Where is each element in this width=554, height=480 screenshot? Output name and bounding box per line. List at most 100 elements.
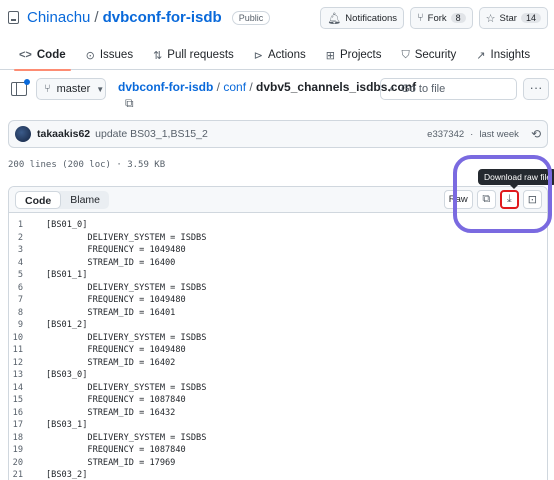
line-content: [BS03_0] — [46, 370, 88, 381]
line-number[interactable]: 19 — [9, 445, 46, 455]
tab-actions-label: Actions — [268, 49, 306, 61]
line-number[interactable]: 7 — [9, 295, 46, 305]
sidebar-indicator-dot — [24, 79, 30, 85]
code-view-button[interactable]: Code — [15, 191, 62, 209]
download-tooltip: Download raw file — [478, 169, 554, 189]
commit-sha[interactable]: e337342 — [427, 129, 464, 140]
tab-security[interactable]: ⛉ Security — [392, 40, 465, 70]
copy-path-icon[interactable]: ⧉ — [125, 96, 134, 111]
line-number[interactable]: 9 — [9, 320, 46, 330]
fork-button[interactable]: ⑂ Fork 8 — [410, 7, 473, 29]
line-content: FREQUENCY = 1087840 — [46, 395, 186, 406]
commit-message[interactable]: update BS03_1,BS15_2 — [95, 128, 208, 140]
code-line: 12 STREAM_ID = 16402 — [9, 357, 547, 370]
notifications-label: Notifications — [345, 12, 398, 24]
line-content: FREQUENCY = 1049480 — [46, 245, 186, 256]
repo-icon — [8, 11, 19, 24]
code-line: 18 DELIVERY_SYSTEM = ISDBS — [9, 432, 547, 445]
avatar[interactable] — [15, 126, 31, 142]
commit-author[interactable]: takaakis62 — [37, 128, 90, 140]
line-number[interactable]: 1 — [9, 220, 46, 230]
fork-count: 8 — [450, 13, 466, 23]
tab-projects[interactable]: ⊞ Projects — [317, 40, 391, 70]
bell-icon: 🔔︎ — [327, 12, 342, 25]
code-line: 3 FREQUENCY = 1049480 — [9, 244, 547, 257]
star-count: 14 — [520, 13, 541, 23]
line-number[interactable]: 3 — [9, 245, 46, 255]
branch-name: master — [56, 83, 91, 95]
line-number[interactable]: 14 — [9, 383, 46, 393]
code-line: 19 FREQUENCY = 1087840 — [9, 444, 547, 457]
download-icon[interactable]: ⤓ — [499, 190, 519, 209]
branch-selector[interactable]: ⑂ master ▼ — [36, 78, 106, 100]
branch-icon: ⑂ — [44, 83, 51, 95]
edit-panel-icon[interactable]: ⊡ — [522, 190, 542, 209]
line-number[interactable]: 13 — [9, 370, 46, 380]
line-number[interactable]: 5 — [9, 270, 46, 280]
line-content: [BS01_2] — [46, 320, 88, 331]
code-line: 7 FREQUENCY = 1049480 — [9, 294, 547, 307]
line-number[interactable]: 18 — [9, 433, 46, 443]
code-line: 9 [BS01_2] — [9, 319, 547, 332]
line-content: DELIVERY_SYSTEM = ISDBS — [46, 282, 207, 293]
line-number[interactable]: 11 — [9, 345, 46, 355]
line-number[interactable]: 16 — [9, 408, 46, 418]
line-number[interactable]: 4 — [9, 258, 46, 268]
repo-tabs: <> Code ⊙ Issues ⇅ Pull requests ⊳ Actio… — [10, 40, 539, 71]
line-content: STREAM_ID = 17969 — [46, 457, 176, 468]
repo-name-link[interactable]: dvbconf-for-isdb — [103, 9, 222, 26]
code-line: 4 STREAM_ID = 16400 — [9, 257, 547, 270]
line-number[interactable]: 20 — [9, 458, 46, 468]
play-icon: ⊳ — [253, 49, 263, 62]
tab-code[interactable]: <> Code — [10, 40, 75, 71]
file-info: 200 lines (200 loc) · 3.59 KB — [8, 160, 166, 170]
line-content: STREAM_ID = 16432 — [46, 407, 176, 418]
history-icon[interactable]: ⟲ — [531, 127, 541, 141]
line-number[interactable]: 21 — [9, 470, 46, 480]
chevron-down-icon: ▼ — [96, 84, 105, 94]
code-listing: 1 [BS01_0] 2 DELIVERY_SYSTEM = ISDBS 3 FREQ… — [9, 213, 547, 480]
blame-view-button[interactable]: Blame — [61, 191, 109, 209]
shield-icon: ⛉ — [401, 48, 410, 61]
file-viewer-header: Code Blame Raw ⧉ ⤓ ⊡ — [9, 187, 547, 213]
code-line: 1 [BS01_0] — [9, 219, 547, 232]
star-button[interactable]: ☆ Star 14 — [478, 7, 548, 29]
repo-owner-link[interactable]: Chinachu — [27, 9, 90, 26]
line-content: STREAM_ID = 16401 — [46, 307, 176, 318]
line-number[interactable]: 2 — [9, 233, 46, 243]
go-to-file-placeholder: Go to file — [401, 83, 446, 95]
line-number[interactable]: 15 — [9, 395, 46, 405]
pull-request-icon: ⇅ — [153, 49, 163, 62]
tab-insights-label: Insights — [490, 49, 531, 61]
line-number[interactable]: 12 — [9, 358, 46, 368]
latest-commit-bar: takaakis62 update BS03_1,BS15_2 e337342 … — [8, 120, 548, 148]
breadcrumb-dir-link[interactable]: conf — [223, 80, 246, 94]
graph-icon: ↗ — [476, 49, 486, 62]
tab-pull-requests[interactable]: ⇅ Pull requests — [144, 40, 243, 70]
line-number[interactable]: 17 — [9, 420, 46, 430]
line-number[interactable]: 8 — [9, 308, 46, 318]
code-line: 13 [BS03_0] — [9, 369, 547, 382]
line-number[interactable]: 10 — [9, 333, 46, 343]
raw-button[interactable]: Raw — [443, 190, 473, 209]
notifications-button[interactable]: 🔔︎ Notifications — [320, 7, 405, 29]
breadcrumb-repo-link[interactable]: dvbconf-for-isdb — [118, 80, 213, 94]
code-line: 15 FREQUENCY = 1087840 — [9, 394, 547, 407]
code-line: 10 DELIVERY_SYSTEM = ISDBS — [9, 332, 547, 345]
go-to-file-input[interactable]: ⌕ Go to file — [380, 78, 517, 100]
code-line: 20 STREAM_ID = 17969 — [9, 457, 547, 470]
copy-raw-icon[interactable]: ⧉ — [476, 190, 496, 209]
line-content: FREQUENCY = 1049480 — [46, 345, 186, 356]
code-line: 11 FREQUENCY = 1049480 — [9, 344, 547, 357]
code-line: 14 DELIVERY_SYSTEM = ISDBS — [9, 382, 547, 395]
repo-header: Chinachu / dvbconf-for-isdb Public 🔔︎ No… — [0, 0, 554, 71]
tab-insights[interactable]: ↗ Insights — [467, 40, 539, 70]
tab-issues[interactable]: ⊙ Issues — [77, 40, 142, 70]
line-number[interactable]: 6 — [9, 283, 46, 293]
more-options-button[interactable]: ··· — [523, 78, 549, 100]
line-content: [BS01_1] — [46, 270, 88, 281]
line-content: DELIVERY_SYSTEM = ISDBS — [46, 332, 207, 343]
repo-title-separator: / — [94, 9, 99, 26]
tab-actions[interactable]: ⊳ Actions — [245, 40, 315, 70]
tab-code-label: Code — [36, 49, 66, 61]
